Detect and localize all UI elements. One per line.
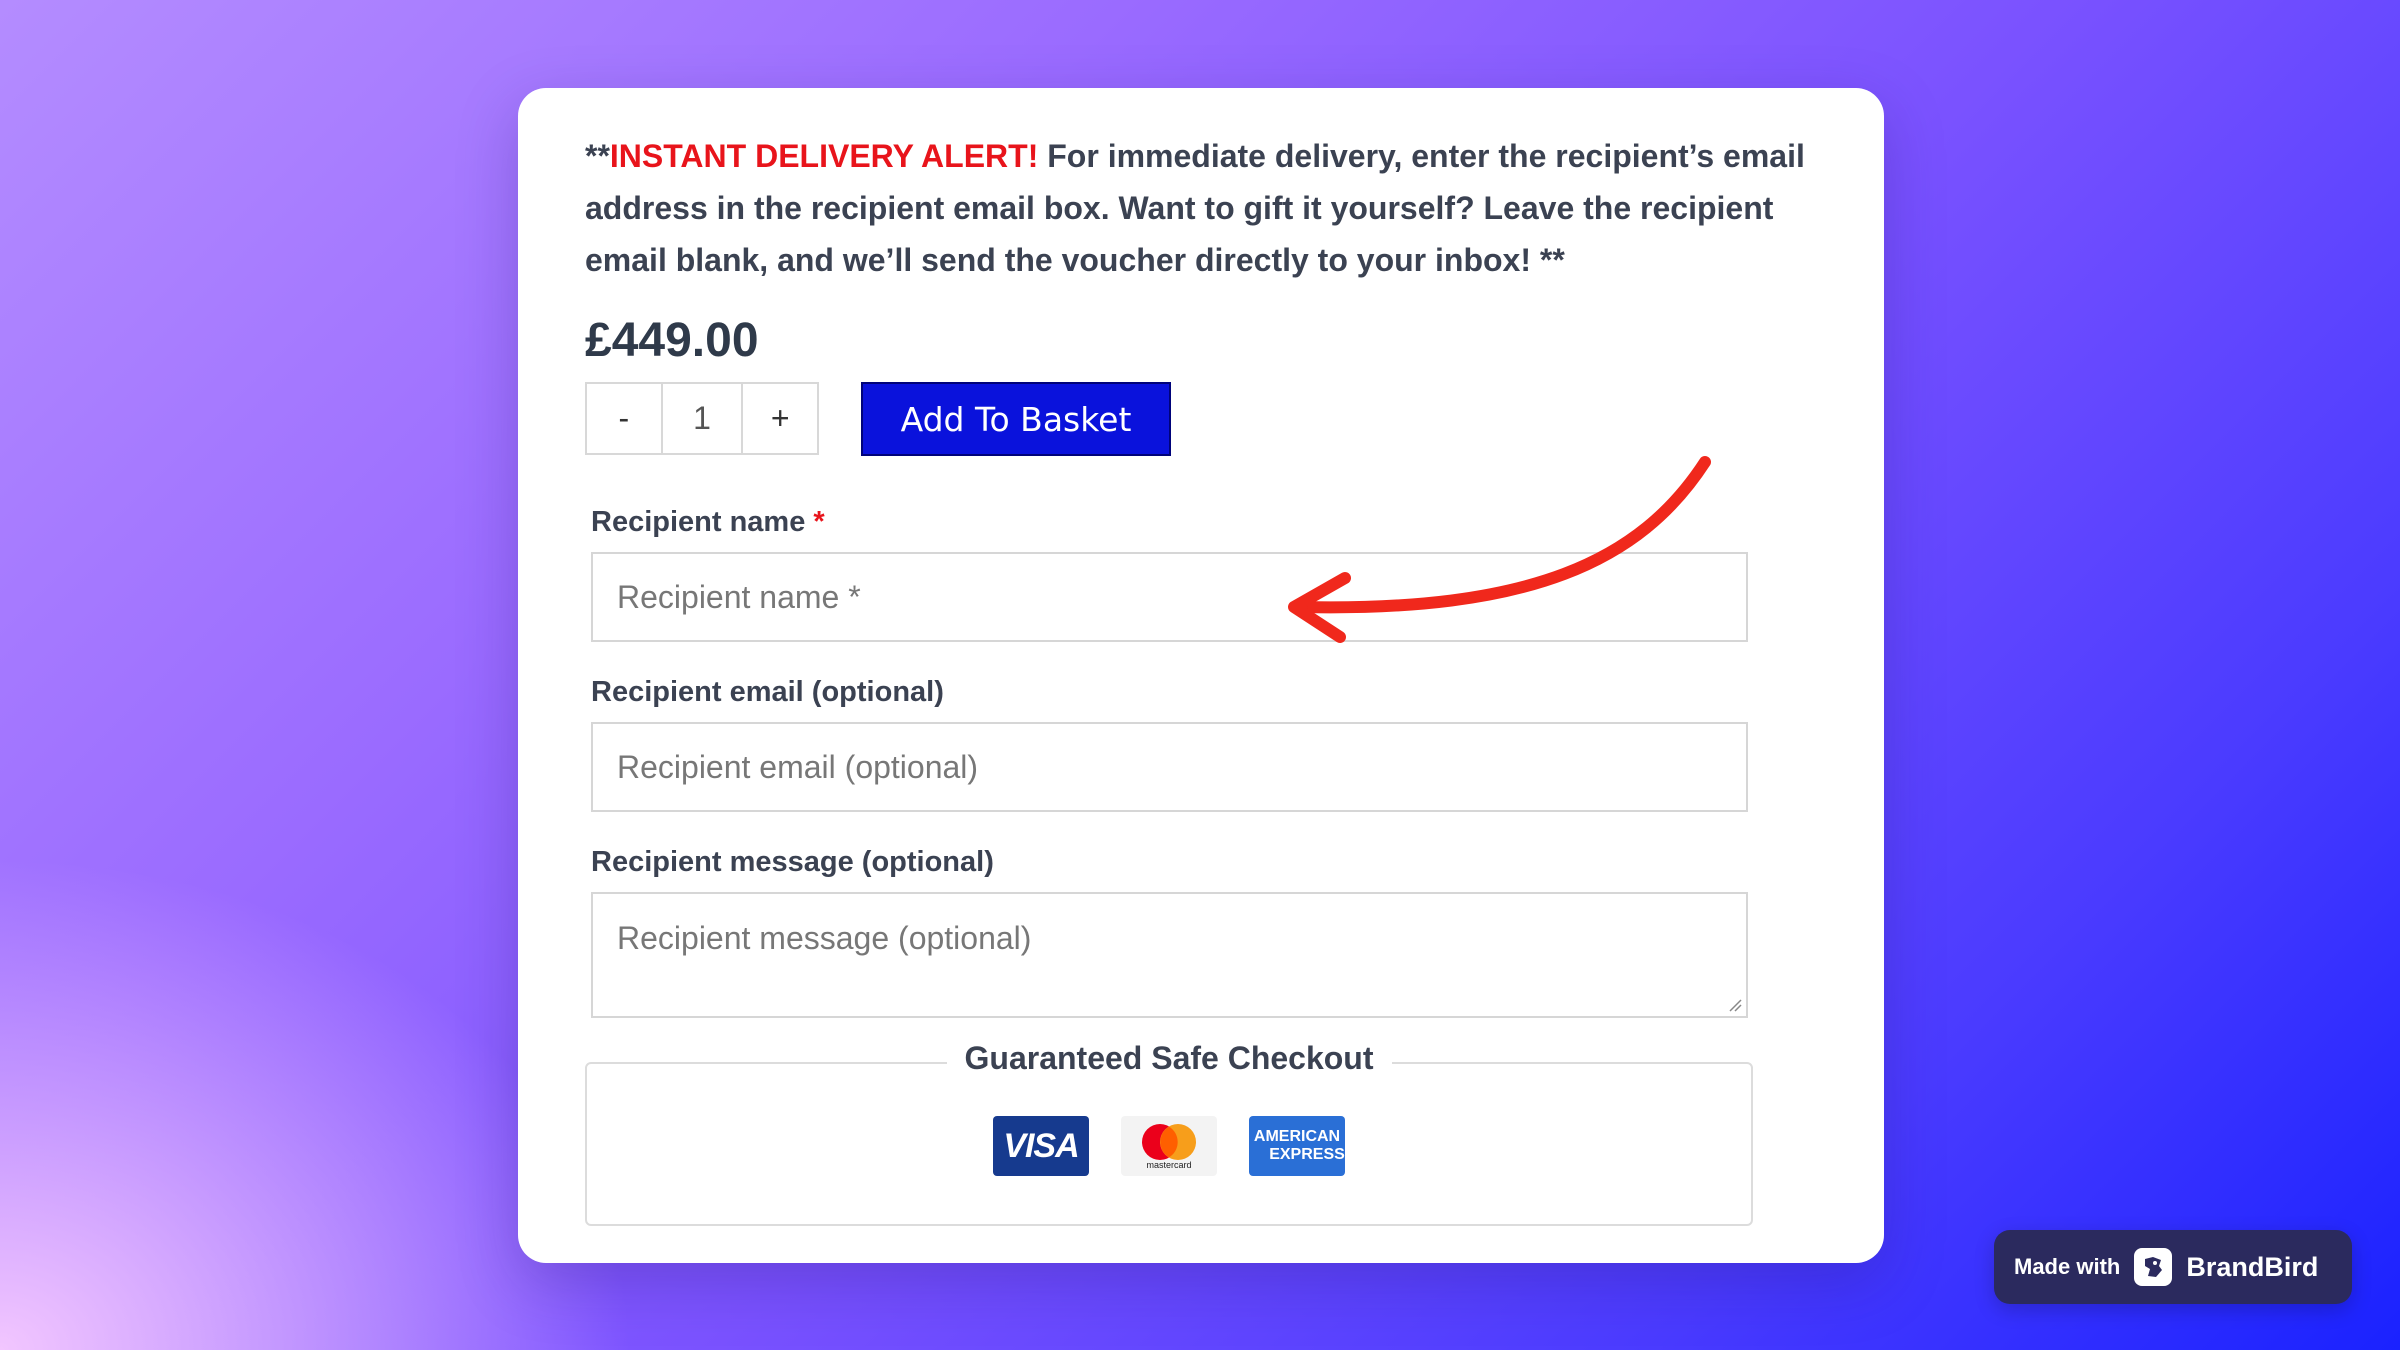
required-mark: * bbox=[813, 506, 825, 538]
quantity-input[interactable]: 1 bbox=[660, 384, 744, 453]
product-price: £449.00 bbox=[585, 314, 759, 367]
brandbird-name: BrandBird bbox=[2186, 1251, 2319, 1282]
notice-prefix: ** bbox=[585, 138, 610, 174]
resize-handle-icon[interactable] bbox=[1728, 998, 1742, 1012]
made-with-text: Made with bbox=[2014, 1254, 2121, 1279]
delivery-notice: **INSTANT DELIVERY ALERT! For immediate … bbox=[585, 130, 1825, 286]
mastercard-icon: mastercard bbox=[1121, 1116, 1217, 1176]
recipient-message-placeholder: Recipient message (optional) bbox=[617, 920, 1032, 956]
annotation-arrow-icon bbox=[1288, 456, 1711, 643]
recipient-message-textarea[interactable]: Recipient message (optional) bbox=[591, 892, 1748, 1018]
recipient-name-placeholder: Recipient name * bbox=[617, 578, 861, 615]
amex-icon: AMERICAN EXPRESS bbox=[1249, 1116, 1345, 1176]
payment-methods: VISA mastercard AMERICAN EXPRESS bbox=[587, 1116, 1751, 1176]
recipient-message-label: Recipient message (optional) bbox=[591, 846, 994, 878]
safe-checkout-title: Guaranteed Safe Checkout bbox=[946, 1040, 1392, 1076]
amex-line1: AMERICAN bbox=[1253, 1128, 1341, 1145]
instant-delivery-alert: INSTANT DELIVERY ALERT! bbox=[609, 138, 1039, 174]
add-to-basket-button[interactable]: Add To Basket bbox=[861, 382, 1171, 456]
recipient-email-placeholder: Recipient email (optional) bbox=[617, 748, 979, 785]
recipient-email-label: Recipient email (optional) bbox=[591, 676, 944, 708]
increment-button[interactable]: + bbox=[743, 384, 817, 453]
mastercard-circles bbox=[1142, 1124, 1196, 1160]
recipient-name-label: Recipient name * bbox=[591, 506, 825, 539]
amex-line2: EXPRESS bbox=[1269, 1146, 1345, 1163]
brandbird-badge[interactable]: Made with BrandBird bbox=[1994, 1230, 2352, 1304]
visa-icon: VISA bbox=[993, 1116, 1089, 1176]
product-card: **INSTANT DELIVERY ALERT! For immediate … bbox=[518, 88, 1884, 1263]
safe-checkout-box: Guaranteed Safe Checkout VISA mastercard… bbox=[585, 1040, 1753, 1226]
quantity-stepper: - 1 + bbox=[585, 382, 819, 455]
brandbird-logo-icon bbox=[2134, 1248, 2173, 1286]
mastercard-text: mastercard bbox=[1146, 1160, 1192, 1170]
recipient-email-input[interactable]: Recipient email (optional) bbox=[591, 722, 1748, 812]
recipient-name-label-text: Recipient name bbox=[591, 506, 806, 538]
visa-text: VISA bbox=[1003, 1126, 1079, 1165]
decrement-button[interactable]: - bbox=[587, 384, 661, 453]
